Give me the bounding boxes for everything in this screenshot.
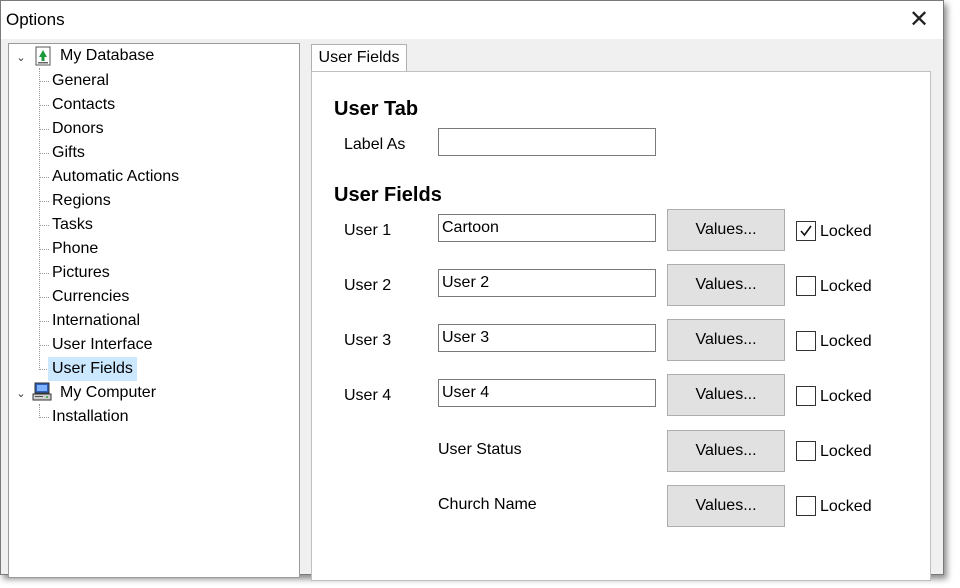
tree-item-donors[interactable]: Donors bbox=[52, 117, 104, 141]
user-4-locked-checkbox[interactable] bbox=[796, 386, 816, 406]
title-bar: Options ✕ bbox=[1, 1, 943, 39]
tree-item-international[interactable]: International bbox=[52, 309, 140, 333]
church-name-locked-label: Locked bbox=[820, 498, 872, 515]
tree-item-installation[interactable]: Installation bbox=[52, 405, 129, 429]
church-name-values-button[interactable]: Values... bbox=[667, 485, 785, 527]
user-3-input[interactable] bbox=[438, 324, 656, 352]
user-1-input[interactable] bbox=[438, 214, 656, 242]
user-2-values-button[interactable]: Values... bbox=[667, 264, 785, 306]
user-status-locked-checkbox[interactable] bbox=[796, 441, 816, 461]
user-status-values-button[interactable]: Values... bbox=[667, 430, 785, 472]
church-name-locked-checkbox[interactable] bbox=[796, 496, 816, 516]
tree-item-phone[interactable]: Phone bbox=[52, 237, 98, 261]
user-3-label: User 3 bbox=[344, 332, 392, 349]
user-3-values-button[interactable]: Values... bbox=[667, 319, 785, 361]
user-2-input[interactable] bbox=[438, 269, 656, 297]
label-as-label: Label As bbox=[344, 136, 406, 153]
computer-icon bbox=[32, 382, 52, 401]
checkmark-icon bbox=[800, 225, 812, 237]
window-title: Options bbox=[6, 10, 65, 29]
user-2-locked-checkbox[interactable] bbox=[796, 276, 816, 296]
user-1-locked-label: Locked bbox=[820, 223, 872, 240]
collapse-chevron-icon[interactable]: ⌄ bbox=[15, 52, 27, 64]
collapse-chevron-icon[interactable]: ⌄ bbox=[15, 388, 27, 400]
tree-item-gifts[interactable]: Gifts bbox=[52, 141, 85, 165]
user-3-locked-label: Locked bbox=[820, 333, 872, 350]
tree-item-tasks[interactable]: Tasks bbox=[52, 213, 93, 237]
tree-item-regions[interactable]: Regions bbox=[52, 189, 111, 213]
tree-item-general[interactable]: General bbox=[52, 69, 109, 93]
tab-user-fields[interactable]: User Fields bbox=[311, 44, 407, 72]
tree-node-my-database[interactable]: My Database bbox=[60, 44, 154, 68]
close-icon[interactable]: ✕ bbox=[905, 6, 933, 34]
church-name-label: Church Name bbox=[438, 496, 537, 513]
user-4-values-button[interactable]: Values... bbox=[667, 374, 785, 416]
tree-item-automatic-actions[interactable]: Automatic Actions bbox=[52, 165, 179, 189]
tree-item-user-fields[interactable]: User Fields bbox=[48, 357, 137, 381]
tree-item-pictures[interactable]: Pictures bbox=[52, 261, 110, 285]
user-status-locked-label: Locked bbox=[820, 443, 872, 460]
tree-item-user-interface[interactable]: User Interface bbox=[52, 333, 152, 357]
label-as-input[interactable] bbox=[438, 128, 656, 156]
user-fields-panel: User Tab Label As User Fields User 1 Val… bbox=[311, 71, 931, 581]
user-4-label: User 4 bbox=[344, 387, 392, 404]
user-status-label: User Status bbox=[438, 441, 522, 458]
user-tab-heading: User Tab bbox=[334, 98, 419, 120]
user-1-locked-checkbox[interactable] bbox=[796, 221, 816, 241]
user-1-values-button[interactable]: Values... bbox=[667, 209, 785, 251]
tree-item-currencies[interactable]: Currencies bbox=[52, 285, 129, 309]
options-tree: ⌄ My Database General Contacts Donors Gi… bbox=[8, 43, 300, 578]
user-2-locked-label: Locked bbox=[820, 278, 872, 295]
user-1-label: User 1 bbox=[344, 222, 392, 239]
tree-node-my-computer[interactable]: My Computer bbox=[60, 381, 156, 405]
user-4-input[interactable] bbox=[438, 379, 656, 407]
user-4-locked-label: Locked bbox=[820, 388, 872, 405]
database-icon bbox=[35, 46, 51, 66]
user-2-label: User 2 bbox=[344, 277, 392, 294]
tree-item-contacts[interactable]: Contacts bbox=[52, 93, 115, 117]
user-fields-heading: User Fields bbox=[334, 184, 442, 206]
user-3-locked-checkbox[interactable] bbox=[796, 331, 816, 351]
